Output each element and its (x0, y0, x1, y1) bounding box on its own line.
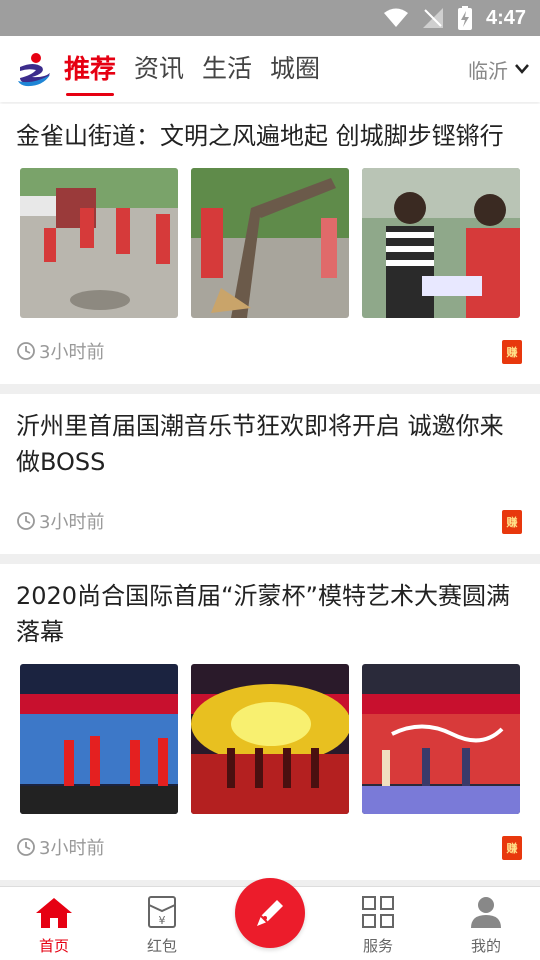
app-logo-icon (16, 51, 52, 87)
home-icon (36, 898, 72, 928)
tab-life[interactable]: 生活 (202, 49, 252, 89)
news-meta: 3小时前 赚 (16, 318, 524, 384)
news-title[interactable]: 2020尚合国际首届“沂蒙杯”模特艺术大赛圆满落幕 (16, 578, 524, 650)
status-time: 4:47 (485, 6, 526, 29)
tab-city-circle[interactable]: 城圈 (270, 49, 320, 89)
news-thumbnail[interactable] (191, 168, 349, 318)
red-envelope-icon: ¥ (148, 896, 176, 928)
news-thumbnail[interactable] (20, 664, 178, 814)
news-time: 3小时前 (39, 838, 105, 859)
wifi-icon (383, 8, 408, 28)
nav-profile-label: 我的 (470, 937, 501, 955)
chevron-down-icon (515, 64, 529, 74)
battery-charging-icon (457, 6, 472, 30)
city-label: 临沂 (468, 58, 508, 83)
nav-red-envelope[interactable]: ¥ 红包 (108, 887, 216, 960)
news-time: 3小时前 (39, 512, 105, 533)
nav-home[interactable]: 首页 (0, 887, 108, 960)
nav-services[interactable]: 服务 (324, 887, 432, 960)
tab-recommended[interactable]: 推荐 (64, 49, 116, 96)
city-selector[interactable]: 临沂 (468, 36, 530, 102)
tab-news[interactable]: 资讯 (134, 49, 184, 89)
status-bar: 4:47 (0, 0, 540, 36)
clock-icon (17, 838, 35, 856)
news-feed[interactable]: 金雀山街道：文明之风遍地起 创城脚步铿锵行 3小时前 赚 沂州里首届国潮音乐节狂… (0, 104, 540, 886)
news-meta: 3小时前 赚 (16, 814, 524, 880)
compose-button[interactable] (235, 878, 305, 948)
news-meta: 3小时前 赚 (16, 488, 524, 554)
news-title[interactable]: 沂州里首届国潮音乐节狂欢即将开启 诚邀你来做BOSS (16, 408, 524, 480)
news-thumbnail[interactable] (20, 168, 178, 318)
news-time: 3小时前 (39, 342, 105, 363)
top-nav-header: 推荐 资讯 生活 城圈 临沂 (0, 36, 540, 102)
clock-icon (17, 342, 35, 360)
news-thumbnail[interactable] (362, 664, 520, 814)
nav-home-label: 首页 (38, 937, 69, 955)
news-card[interactable]: 沂州里首届国潮音乐节狂欢即将开启 诚邀你来做BOSS 3小时前 赚 (0, 394, 540, 554)
profile-icon (471, 897, 501, 928)
pen-icon (257, 900, 283, 926)
nav-services-label: 服务 (362, 937, 393, 955)
grid-icon (362, 896, 394, 928)
news-thumbnail[interactable] (362, 168, 520, 318)
nav-profile[interactable]: 我的 (432, 887, 540, 960)
red-envelope-badge[interactable]: 赚 (502, 340, 522, 364)
red-envelope-badge[interactable]: 赚 (502, 836, 522, 860)
news-images (16, 168, 524, 318)
nav-red-envelope-label: 红包 (146, 937, 177, 955)
news-card[interactable]: 金雀山街道：文明之风遍地起 创城脚步铿锵行 3小时前 赚 (0, 104, 540, 384)
news-card[interactable]: 2020尚合国际首届“沂蒙杯”模特艺术大赛圆满落幕 3小时前 赚 (0, 564, 540, 880)
news-images (16, 664, 524, 814)
news-thumbnail[interactable] (191, 664, 349, 814)
svg-text:¥: ¥ (159, 914, 166, 927)
red-envelope-badge[interactable]: 赚 (502, 510, 522, 534)
clock-icon (17, 512, 35, 530)
news-title[interactable]: 金雀山街道：文明之风遍地起 创城脚步铿锵行 (16, 118, 524, 154)
no-signal-icon (422, 7, 444, 29)
